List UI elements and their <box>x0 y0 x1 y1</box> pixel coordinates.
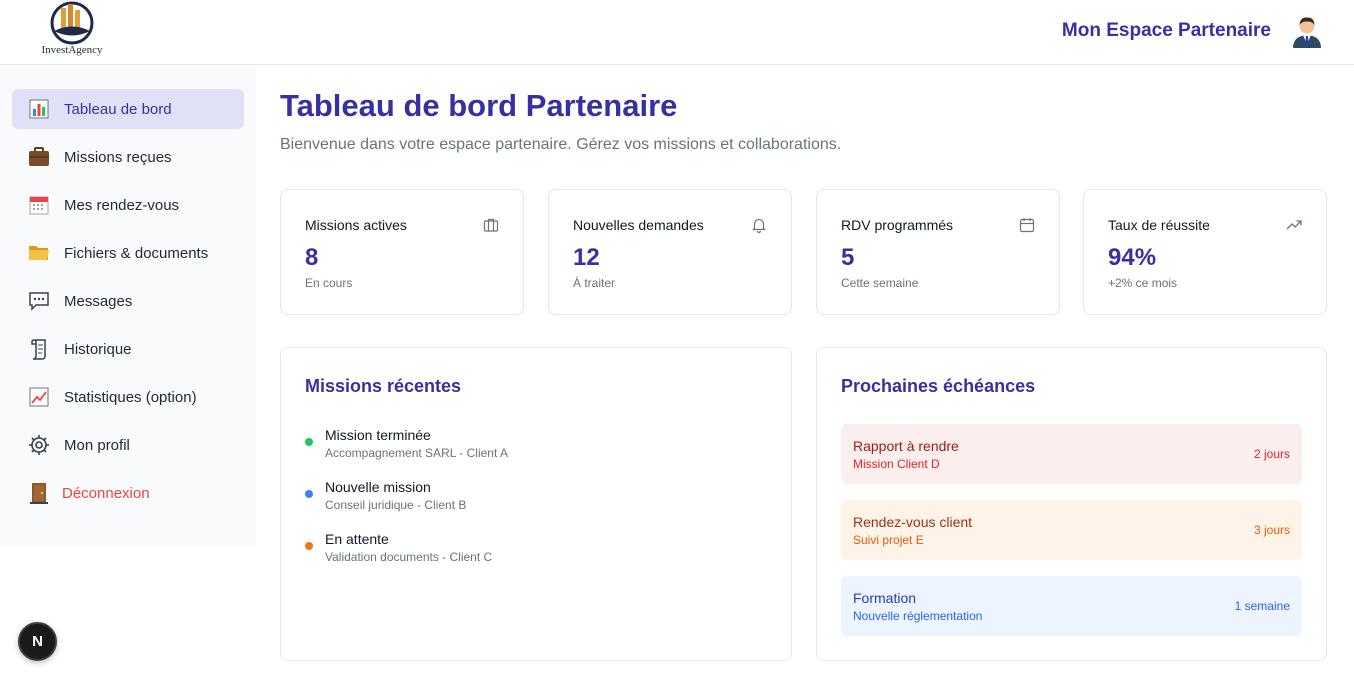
mission-title: En attente <box>325 531 389 547</box>
deadline-title: Rapport à rendre <box>853 438 959 454</box>
user-avatar-icon[interactable] <box>1290 14 1324 48</box>
stat-card-nouvelles-demandes[interactable]: Nouvelles demandes 12 À traiter <box>548 189 792 315</box>
sidebar-item-label: Historique <box>64 340 132 358</box>
mission-title: Nouvelle mission <box>325 479 431 495</box>
folder-icon <box>28 242 50 264</box>
sidebar-item-label: Fichiers & documents <box>64 244 209 262</box>
status-dot-orange <box>305 542 313 550</box>
list-item[interactable]: En attente Validation documents - Client… <box>305 531 765 571</box>
sidebar-item-label: Tableau de bord <box>64 100 172 118</box>
stat-caption: À traiter <box>573 276 616 290</box>
stat-value: 12 <box>573 244 600 271</box>
sidebar-item-mes-rendez-vous[interactable]: Mes rendez-vous <box>12 185 244 225</box>
deadline-item[interactable]: Rapport à rendre Mission Client D 2 jour… <box>841 424 1302 484</box>
page-title: Tableau de bord Partenaire <box>280 88 678 123</box>
sidebar-item-label: Missions reçues <box>64 148 172 166</box>
calendar-icon <box>28 194 50 216</box>
upcoming-deadlines-panel: Prochaines échéances Rapport à rendre Mi… <box>816 347 1327 661</box>
sidebar-item-deconnexion[interactable]: Déconnexion <box>12 473 244 513</box>
sidebar-item-missions-recues[interactable]: Missions reçues <box>12 137 244 177</box>
stat-label: Nouvelles demandes <box>573 217 704 233</box>
status-dot-blue <box>305 490 313 498</box>
deadline-item[interactable]: Formation Nouvelle réglementation 1 sema… <box>841 576 1302 636</box>
trending-up-icon <box>1286 220 1302 230</box>
stat-label: Missions actives <box>305 217 407 233</box>
page-subtitle: Bienvenue dans votre espace partenaire. … <box>280 136 842 153</box>
calendar-outline-icon <box>1019 218 1035 233</box>
nextjs-dev-badge[interactable]: N <box>18 622 57 661</box>
stat-label: Taux de réussite <box>1108 217 1210 233</box>
list-item[interactable]: Mission terminée Accompagnement SARL - C… <box>305 427 765 467</box>
sidebar-item-label: Déconnexion <box>62 484 150 502</box>
deadline-time: 1 semaine <box>1234 599 1290 613</box>
stat-card-missions-actives[interactable]: Missions actives 8 En cours <box>280 189 524 315</box>
status-dot-green <box>305 438 313 446</box>
sidebar-item-statistiques[interactable]: Statistiques (option) <box>12 377 244 417</box>
stat-value: 8 <box>305 244 319 271</box>
sidebar-item-mon-profil[interactable]: Mon profil <box>12 425 244 465</box>
deadline-subtitle: Suivi projet E <box>853 533 924 547</box>
stat-caption: En cours <box>305 276 353 290</box>
sidebar-item-historique[interactable]: Historique <box>12 329 244 369</box>
sidebar-item-tableau-de-bord[interactable]: Tableau de bord <box>12 89 244 129</box>
recent-missions-title: Missions récentes <box>305 376 462 396</box>
logo-text: InvestAgency <box>41 44 103 56</box>
briefcase-outline-icon <box>483 218 499 232</box>
stat-caption: Cette semaine <box>841 276 919 290</box>
line-chart-icon <box>28 386 50 408</box>
stat-caption: +2% ce mois <box>1108 276 1178 290</box>
top-header: InvestAgency Mon Espace Partenaire <box>0 0 1354 65</box>
deadline-subtitle: Mission Client D <box>853 457 940 471</box>
door-icon <box>28 482 50 504</box>
header-title[interactable]: Mon Espace Partenaire <box>1062 20 1271 42</box>
upcoming-deadlines-title: Prochaines échéances <box>841 376 1036 396</box>
stat-value: 94% <box>1108 244 1157 271</box>
mission-subtitle: Conseil juridique - Client B <box>325 498 467 512</box>
deadline-time: 2 jours <box>1253 447 1290 461</box>
sidebar-item-messages[interactable]: Messages <box>12 281 244 321</box>
sidebar: Tableau de bord Missions reçues Mes rend… <box>0 65 256 545</box>
sidebar-item-fichiers-documents[interactable]: Fichiers & documents <box>12 233 244 273</box>
logo-emblem-icon <box>50 1 94 45</box>
deadline-item[interactable]: Rendez-vous client Suivi projet E 3 jour… <box>841 500 1302 560</box>
briefcase-icon <box>28 146 50 168</box>
stat-card-taux-de-reussite[interactable]: Taux de réussite 94% +2% ce mois <box>1083 189 1327 315</box>
mission-title: Mission terminée <box>325 427 431 443</box>
stat-card-rdv-programmes[interactable]: RDV programmés 5 Cette semaine <box>816 189 1060 315</box>
chart-icon <box>28 98 50 120</box>
chat-icon <box>28 290 50 312</box>
sidebar-item-label: Mon profil <box>64 436 130 454</box>
sidebar-item-label: Messages <box>64 292 133 310</box>
recent-missions-panel: Missions récentes Mission terminée Accom… <box>280 347 792 661</box>
deadline-title: Rendez-vous client <box>853 514 973 530</box>
stat-value: 5 <box>841 244 855 271</box>
deadline-time: 3 jours <box>1253 523 1290 537</box>
deadline-title: Formation <box>853 590 917 606</box>
gear-icon <box>28 434 50 456</box>
stat-label: RDV programmés <box>841 217 954 233</box>
sidebar-item-label: Mes rendez-vous <box>64 196 180 214</box>
mission-subtitle: Accompagnement SARL - Client A <box>325 446 508 460</box>
deadline-subtitle: Nouvelle réglementation <box>853 609 983 623</box>
scroll-icon <box>28 338 50 360</box>
investagency-logo[interactable]: InvestAgency <box>34 0 110 62</box>
sidebar-item-label: Statistiques (option) <box>64 388 197 406</box>
bell-icon <box>752 218 766 233</box>
list-item[interactable]: Nouvelle mission Conseil juridique - Cli… <box>305 479 765 519</box>
mission-subtitle: Validation documents - Client C <box>325 550 493 564</box>
